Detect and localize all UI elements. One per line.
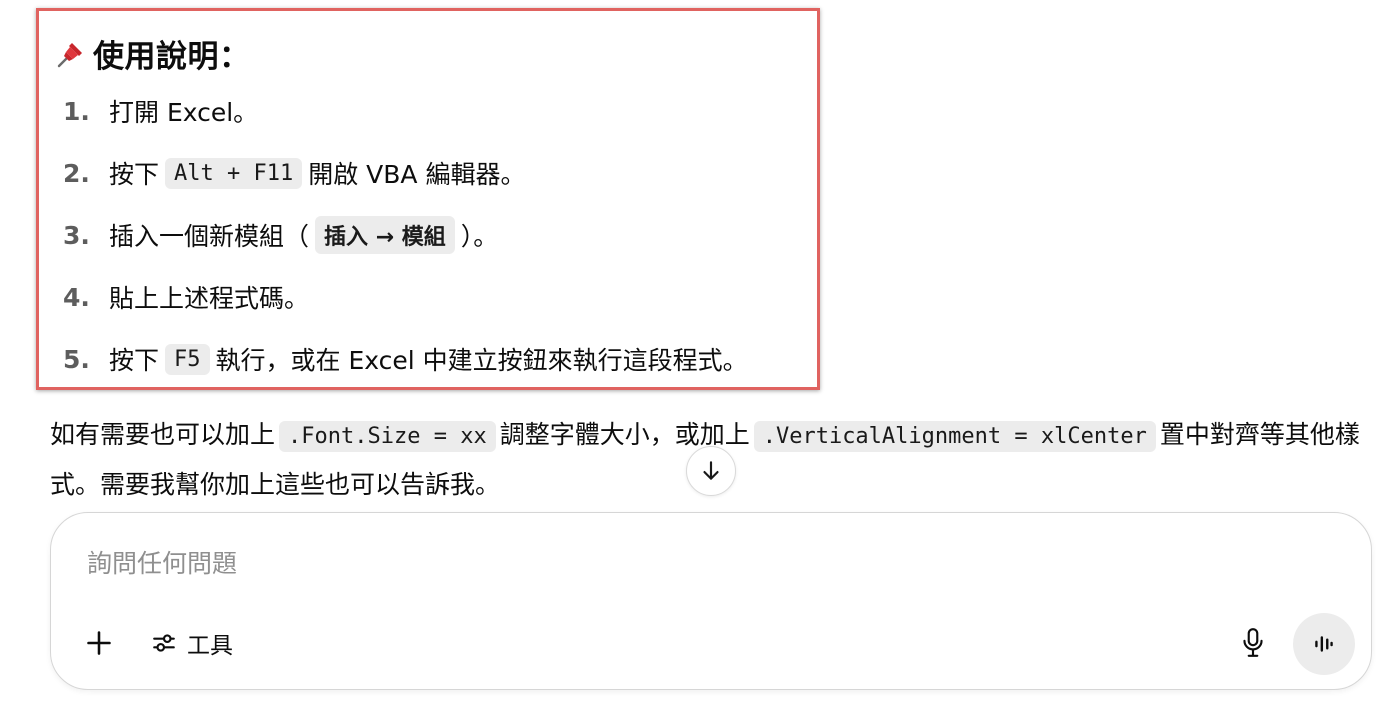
instructions-box: 使用說明： 1. 打開 Excel。 2. 按下 Alt + F11 開啟 VB… — [36, 8, 820, 390]
message-composer: 工具 — [50, 512, 1372, 690]
inline-code: Alt + F11 — [165, 157, 303, 189]
step-item: 1. 打開 Excel。 — [63, 89, 258, 133]
tools-label: 工具 — [187, 633, 233, 659]
step-number: 1. — [63, 96, 90, 126]
instructions-heading: 使用說明： — [55, 31, 251, 76]
step-number: 4. — [63, 282, 90, 312]
add-attachment-button[interactable] — [79, 623, 119, 663]
message-input[interactable] — [87, 543, 1267, 583]
inline-code: .Font.Size = xx — [279, 421, 496, 452]
step-number: 2. — [63, 158, 90, 188]
instructions-heading-text: 使用說明： — [93, 39, 251, 75]
step-item: 3. 插入一個新模組（ 插入 → 模組 ）。 — [63, 213, 498, 257]
paragraph-text: 如有需要也可以加上 — [50, 420, 276, 449]
inline-code: 插入 → 模組 — [315, 216, 455, 254]
sliders-icon — [153, 634, 175, 652]
step-item: 4. 貼上上述程式碼。 — [63, 275, 309, 319]
step-number: 5. — [63, 344, 90, 374]
plus-icon — [87, 631, 111, 655]
paragraph-text: 調整字體大小，或加上 — [499, 420, 750, 449]
scroll-to-bottom-button[interactable] — [686, 446, 736, 496]
step-text: 執行，或在 Excel 中建立按鈕來執行這段程式。 — [215, 346, 748, 375]
step-number: 3. — [63, 220, 90, 250]
microphone-icon — [1243, 628, 1263, 657]
inline-code: .VerticalAlignment = xlCenter — [753, 421, 1156, 452]
step-text: 按下 — [109, 160, 160, 189]
tools-button[interactable]: 工具 — [145, 623, 239, 663]
inline-code: F5 — [165, 343, 210, 375]
step-text: 插入一個新模組（ — [109, 222, 310, 251]
voice-waveform-icon — [1315, 636, 1333, 652]
step-item: 5. 按下 F5 執行，或在 Excel 中建立按鈕來執行這段程式。 — [63, 337, 748, 381]
step-text: 打開 Excel。 — [109, 98, 259, 127]
pushpin-icon — [57, 42, 82, 67]
step-text: ）。 — [460, 222, 499, 251]
step-item: 2. 按下 Alt + F11 開啟 VBA 編輯器。 — [63, 151, 525, 195]
voice-mode-button[interactable] — [1293, 613, 1355, 675]
step-text: 貼上上述程式碼。 — [109, 284, 310, 313]
step-text: 開啟 VBA 編輯器。 — [308, 160, 526, 189]
arrow-down-icon — [703, 461, 719, 480]
chat-page: 使用說明： 1. 打開 Excel。 2. 按下 Alt + F11 開啟 VB… — [0, 0, 1400, 706]
dictate-button[interactable] — [1235, 621, 1271, 665]
step-text: 按下 — [109, 346, 160, 375]
